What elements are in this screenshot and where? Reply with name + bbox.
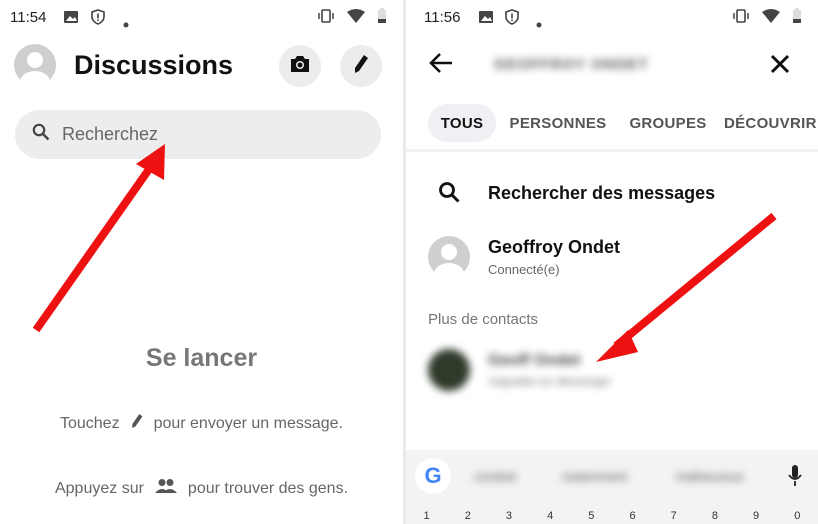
search-placeholder: Recherchez — [62, 124, 159, 144]
tab-discover[interactable]: DÉCOUVRIR — [724, 104, 818, 142]
suggestion-3[interactable]: malheureux — [676, 469, 744, 484]
key-6[interactable]: 6 — [629, 510, 635, 522]
more-contact-name: Geoff Ondet — [488, 352, 581, 369]
wifi-icon — [347, 9, 365, 27]
wifi-icon — [762, 9, 780, 27]
close-icon[interactable] — [770, 54, 790, 79]
microphone-icon[interactable] — [787, 464, 803, 493]
shield-icon — [90, 9, 106, 29]
tab-people[interactable]: PERSONNES — [506, 104, 610, 142]
more-contact-sub: Joignable sur Messenger — [488, 376, 611, 388]
key-4[interactable]: 4 — [547, 510, 553, 522]
tab-all[interactable]: TOUS — [428, 104, 496, 142]
search-input[interactable]: GEOFFROY ONDET — [494, 56, 649, 73]
key-5[interactable]: 5 — [588, 510, 594, 522]
status-bar: 11:56 — [406, 0, 818, 36]
vibrate-icon — [732, 8, 750, 28]
discussions-screen: 11:54 Discussions Recherchez Se lancer T… — [0, 0, 403, 524]
pencil-icon — [130, 412, 144, 435]
compose-hint: Touchez pour envoyer un message. — [0, 412, 403, 435]
search-messages-label: Rechercher des messages — [488, 183, 716, 203]
battery-icon — [377, 8, 387, 28]
image-icon — [63, 9, 79, 29]
tabs-divider — [406, 149, 818, 152]
empty-state-title: Se lancer — [145, 344, 258, 372]
search-bar[interactable]: Recherchez — [15, 110, 381, 159]
vibrate-icon — [317, 8, 335, 28]
people-hint-after: pour trouver des gens. — [187, 479, 349, 497]
key-2[interactable]: 2 — [465, 510, 471, 522]
key-9[interactable]: 9 — [753, 510, 759, 522]
tab-groups[interactable]: GROUPES — [624, 104, 712, 142]
key-1[interactable]: 1 — [424, 510, 430, 522]
people-icon — [154, 478, 178, 499]
key-8[interactable]: 8 — [712, 510, 718, 522]
people-hint-before: Appuyez sur — [54, 479, 144, 497]
status-bar: 11:54 — [0, 0, 403, 36]
battery-icon — [792, 8, 802, 28]
key-3[interactable]: 3 — [506, 510, 512, 522]
camera-button[interactable] — [279, 45, 321, 87]
notification-dot-icon — [536, 15, 542, 32]
google-icon[interactable]: G — [415, 458, 451, 494]
notification-dot-icon — [123, 15, 129, 32]
more-contact-avatar — [428, 349, 470, 391]
key-7[interactable]: 7 — [671, 510, 677, 522]
contact-status: Connecté(e) — [488, 262, 560, 277]
number-row: 1 2 3 4 5 6 7 8 9 0 — [406, 510, 818, 522]
filter-tabs: TOUS PERSONNES GROUPES DÉCOUVRIR — [406, 104, 818, 144]
key-0[interactable]: 0 — [794, 510, 800, 522]
suggestion-2[interactable]: notamment — [562, 469, 627, 484]
status-time: 11:54 — [10, 9, 47, 26]
status-icons — [732, 8, 802, 28]
contact-avatar — [428, 236, 470, 278]
compose-hint-after: pour envoyer un message. — [153, 414, 344, 432]
image-icon — [478, 9, 494, 29]
shield-icon — [504, 9, 520, 29]
contact-name: Geoffroy Ondet — [488, 237, 621, 257]
page-title: Discussions — [74, 50, 234, 80]
camera-icon — [289, 54, 311, 79]
search-screen: 11:56 GEOFFROY ONDET TOUS PERSONNES GROU… — [406, 0, 818, 524]
compose-hint-before: Touchez — [59, 414, 120, 432]
back-arrow-icon[interactable] — [428, 52, 454, 79]
search-icon — [32, 123, 50, 146]
new-message-button[interactable] — [340, 45, 382, 87]
search-icon — [438, 181, 460, 208]
suggestion-1[interactable]: conduit — [474, 469, 516, 484]
pencil-icon — [352, 54, 370, 79]
people-hint: Appuyez sur pour trouver des gens. — [0, 478, 403, 499]
status-icons — [317, 8, 387, 28]
status-time: 11:56 — [424, 9, 461, 26]
more-contacts-heading: Plus de contacts — [428, 311, 539, 328]
keyboard: G conduit notamment malheureux 1 2 3 4 5… — [406, 450, 818, 524]
profile-avatar[interactable] — [14, 44, 56, 86]
